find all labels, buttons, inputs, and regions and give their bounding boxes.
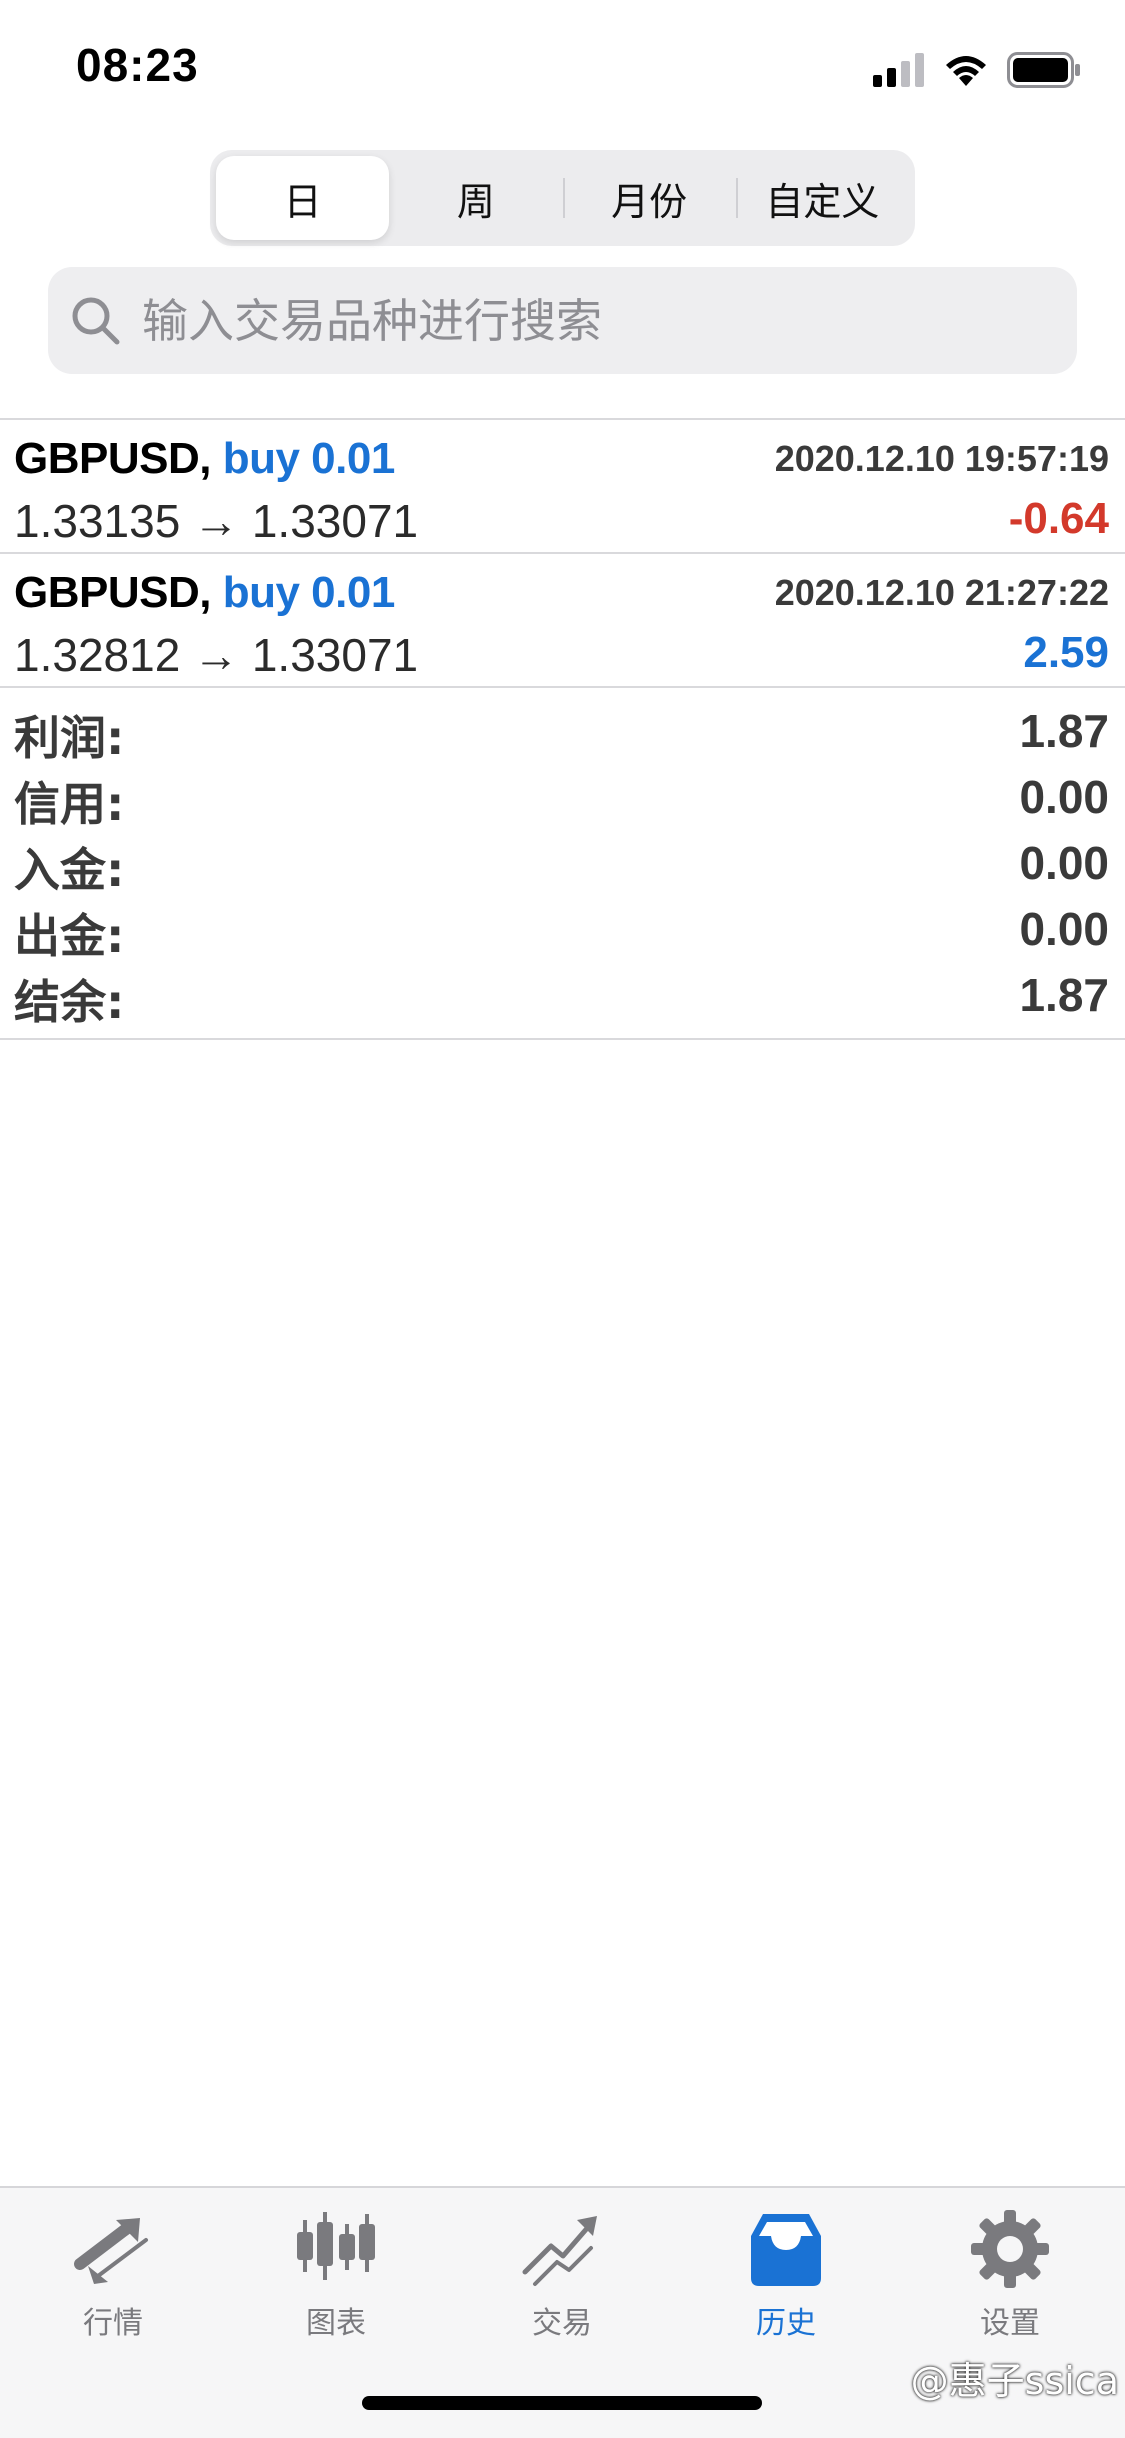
status-bar: 08:23 bbox=[0, 0, 1125, 140]
deal-profit: -0.64 bbox=[1008, 494, 1109, 543]
watermark: @惠子ssica bbox=[910, 2359, 1119, 2403]
summary-label: 出金: bbox=[14, 909, 125, 963]
summary-value: 0.00 bbox=[1019, 903, 1109, 955]
tab-day[interactable]: 日 bbox=[216, 156, 390, 240]
history-list: GBPUSD, buy 0.01 2020.12.10 19:57:19 1.3… bbox=[0, 418, 1125, 1040]
tab-label: 图表 bbox=[306, 2306, 366, 2341]
tab-quotes[interactable]: 行情 bbox=[33, 2206, 193, 2356]
deal-type-volume: buy 0.01 bbox=[222, 434, 396, 483]
summary-value: 0.00 bbox=[1019, 837, 1109, 889]
summary-label: 入金: bbox=[14, 843, 125, 897]
summary-row-balance: 结余: 1.87 bbox=[0, 960, 1125, 1029]
summary-row-profit: 利润: 1.87 bbox=[0, 696, 1125, 765]
status-time: 08:23 bbox=[76, 39, 199, 91]
deal-type-volume: buy 0.01 bbox=[222, 568, 396, 617]
summary-block: 利润: 1.87 信用: 0.00 入金: 0.00 出金: 0.00 结余: … bbox=[0, 688, 1125, 1038]
period-segmented-control: 日 周 月份 自定义 bbox=[210, 150, 915, 246]
tab-label: 行情 bbox=[83, 2306, 143, 2341]
tab-month[interactable]: 月份 bbox=[562, 156, 736, 240]
settings-icon bbox=[971, 2210, 1049, 2288]
quotes-icon bbox=[74, 2218, 148, 2284]
chart-icon bbox=[297, 2212, 375, 2280]
search-input[interactable] bbox=[140, 292, 1024, 349]
tab-trade[interactable]: 交易 bbox=[482, 2206, 642, 2356]
deal-prices: 1.32812 → 1.33071 bbox=[14, 629, 419, 681]
tab-label: 历史 bbox=[756, 2306, 816, 2341]
deal-symbol: GBPUSD, buy 0.01 bbox=[14, 434, 395, 484]
search-icon bbox=[72, 297, 120, 344]
search-bar[interactable] bbox=[48, 267, 1077, 374]
summary-label: 信用: bbox=[14, 777, 125, 831]
deal-symbol: GBPUSD, buy 0.01 bbox=[14, 568, 395, 618]
summary-label: 结余: bbox=[14, 975, 125, 1029]
tab-chart[interactable]: 图表 bbox=[256, 2206, 416, 2356]
deal-profit: 2.59 bbox=[1023, 628, 1109, 677]
status-icons bbox=[873, 50, 1081, 90]
summary-label: 利润: bbox=[14, 711, 125, 765]
home-indicator[interactable] bbox=[362, 2396, 762, 2410]
deal-row[interactable]: GBPUSD, buy 0.01 2020.12.10 21:27:22 1.3… bbox=[0, 554, 1125, 686]
summary-value: 0.00 bbox=[1019, 771, 1109, 823]
deal-time: 2020.12.10 19:57:19 bbox=[774, 438, 1109, 479]
tab-label: 设置 bbox=[980, 2306, 1040, 2341]
tab-custom[interactable]: 自定义 bbox=[735, 156, 909, 240]
divider bbox=[0, 1038, 1125, 1040]
tab-label: 交易 bbox=[532, 2306, 592, 2341]
signal-icon bbox=[873, 53, 924, 87]
deal-symbol-name: GBPUSD, bbox=[14, 568, 211, 617]
summary-value: 1.87 bbox=[1019, 969, 1109, 1021]
deal-row[interactable]: GBPUSD, buy 0.01 2020.12.10 19:57:19 1.3… bbox=[0, 420, 1125, 552]
battery-icon bbox=[1007, 52, 1080, 88]
deal-prices: 1.33135 → 1.33071 bbox=[14, 495, 419, 547]
summary-row-credit: 信用: 0.00 bbox=[0, 762, 1125, 831]
summary-value: 1.87 bbox=[1019, 705, 1109, 757]
summary-row-withdrawal: 出金: 0.00 bbox=[0, 894, 1125, 963]
tab-week[interactable]: 周 bbox=[389, 156, 562, 240]
trade-icon bbox=[522, 2216, 597, 2286]
summary-row-deposit: 入金: 0.00 bbox=[0, 828, 1125, 897]
tab-history[interactable]: 历史 bbox=[706, 2206, 866, 2356]
deal-symbol-name: GBPUSD, bbox=[14, 434, 211, 483]
wifi-icon bbox=[946, 56, 986, 86]
deal-time: 2020.12.10 21:27:22 bbox=[774, 572, 1109, 613]
tab-settings[interactable]: 设置 bbox=[930, 2206, 1090, 2356]
history-icon bbox=[751, 2214, 821, 2286]
